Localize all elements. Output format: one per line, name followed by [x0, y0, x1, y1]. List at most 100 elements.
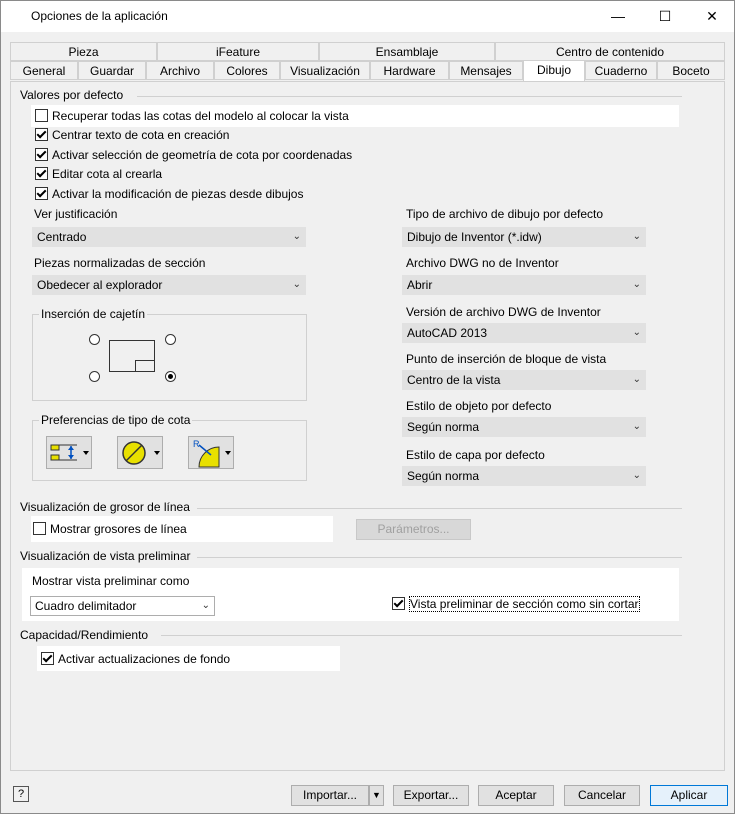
layer-style-select[interactable]: Según norma ⌄: [402, 466, 646, 486]
help-icon[interactable]: ?: [13, 786, 29, 802]
radius-dimension-button[interactable]: R: [188, 436, 234, 469]
select-value: AutoCAD 2013: [407, 326, 488, 340]
tab-mensajes[interactable]: Mensajes: [449, 61, 523, 80]
tab-ensamblaje[interactable]: Ensamblaje: [319, 42, 495, 61]
section-performance: Capacidad/Rendimiento: [20, 628, 149, 642]
drawing-type-label: Tipo de archivo de dibujo por defecto: [406, 207, 604, 221]
tab-centro-contenido[interactable]: Centro de contenido: [495, 42, 725, 61]
chevron-down-icon: ⌄: [292, 279, 301, 290]
checkbox-box: [41, 652, 54, 665]
center-text-checkbox[interactable]: Centrar texto de cota en creación: [35, 128, 229, 142]
caret-down-icon: ▼: [372, 790, 381, 800]
section-lineweight: Visualización de grosor de línea: [20, 500, 190, 514]
show-lineweights-checkbox[interactable]: Mostrar grosores de línea: [33, 522, 187, 536]
tab-visualizacion[interactable]: Visualización: [280, 61, 370, 80]
chevron-down-icon: ⌄: [632, 279, 641, 290]
accept-button[interactable]: Aceptar: [478, 785, 554, 806]
edit-dimension-checkbox[interactable]: Editar cota al crearla: [35, 167, 162, 181]
title-block-group: Inserción de cajetín: [32, 307, 307, 401]
svg-text:R: R: [193, 439, 200, 449]
part-modification-checkbox[interactable]: Activar la modificación de piezas desde …: [35, 187, 303, 201]
checkbox-label: Activar actualizaciones de fondo: [58, 652, 231, 666]
section-parts-label: Piezas normalizadas de sección: [34, 256, 206, 270]
tab-pieza[interactable]: Pieza: [10, 42, 157, 61]
select-value: Dibujo de Inventor (*.idw): [407, 230, 542, 244]
title-bar: Opciones de la aplicación — ☐ ✕: [1, 1, 734, 32]
group-label: Preferencias de tipo de cota: [39, 413, 193, 427]
dwg-select[interactable]: Abrir ⌄: [402, 275, 646, 295]
section-defaults: Valores por defecto: [20, 88, 124, 102]
title-block-top-left-radio[interactable]: [89, 334, 100, 345]
object-style-select[interactable]: Según norma ⌄: [402, 417, 646, 437]
tab-general[interactable]: General: [10, 61, 78, 80]
tab-ifeature[interactable]: iFeature: [157, 42, 319, 61]
object-style-label: Estilo de objeto por defecto: [406, 399, 552, 413]
linear-dimension-button[interactable]: [46, 436, 92, 469]
import-button[interactable]: Importar...: [291, 785, 369, 806]
minimize-button[interactable]: —: [595, 1, 641, 32]
retrieve-dimensions-checkbox[interactable]: Recuperar todas las cotas del modelo al …: [35, 109, 349, 123]
tab-hardware[interactable]: Hardware: [370, 61, 449, 80]
chevron-down-icon: ⌄: [201, 600, 210, 611]
select-value: Abrir: [407, 278, 433, 292]
chevron-down-icon: ⌄: [632, 374, 641, 385]
tab-cuaderno[interactable]: Cuaderno: [585, 61, 657, 80]
insert-point-label: Punto de inserción de bloque de vista: [406, 352, 607, 366]
chevron-down-icon: ⌄: [632, 327, 641, 338]
diameter-dimension-button[interactable]: [117, 436, 163, 469]
select-value: Cuadro delimitador: [35, 599, 137, 613]
title-block-bottom-left-radio[interactable]: [89, 371, 100, 382]
justification-select[interactable]: Centrado ⌄: [32, 227, 306, 247]
tab-boceto[interactable]: Boceto: [657, 61, 725, 80]
tab-dibujo[interactable]: Dibujo: [523, 60, 585, 82]
select-value: Obedecer al explorador: [37, 278, 163, 292]
divider: [161, 635, 682, 636]
options-dialog: Opciones de la aplicación — ☐ ✕ Pieza iF…: [0, 0, 735, 814]
select-value: Según norma: [407, 469, 480, 483]
checkbox-label: Centrar texto de cota en creación: [52, 128, 230, 142]
linear-dimension-icon: [50, 444, 89, 461]
coordinate-selection-checkbox[interactable]: Activar selección de geometría de cota p…: [35, 148, 352, 162]
checkbox-box: [35, 128, 48, 141]
tab-guardar[interactable]: Guardar: [78, 61, 146, 80]
select-value: Centrado: [37, 230, 87, 244]
tab-colores[interactable]: Colores: [214, 61, 280, 80]
title-block-top-right-radio[interactable]: [165, 334, 176, 345]
section-parts-select[interactable]: Obedecer al explorador ⌄: [32, 275, 306, 295]
radius-dimension-icon: R: [193, 439, 231, 468]
import-dropdown-button[interactable]: ▼: [369, 785, 384, 806]
tab-archivo[interactable]: Archivo: [146, 61, 214, 80]
chevron-down-icon: ⌄: [292, 231, 301, 242]
chevron-down-icon: ⌄: [632, 231, 641, 242]
maximize-button[interactable]: ☐: [642, 1, 688, 32]
preview-mode-label: Mostrar vista preliminar como: [32, 574, 190, 588]
section-uncut-checkbox[interactable]: Vista preliminar de sección como sin cor…: [392, 596, 640, 612]
insert-point-select[interactable]: Centro de la vista ⌄: [402, 370, 646, 390]
group-label: Inserción de cajetín: [39, 307, 148, 321]
lineweight-settings-button[interactable]: Parámetros...: [356, 519, 471, 540]
checkbox-label: Editar cota al crearla: [52, 167, 163, 181]
cancel-button[interactable]: Cancelar: [564, 785, 640, 806]
chevron-down-icon: ⌄: [632, 421, 641, 432]
title-block-icon: [135, 360, 155, 372]
background-updates-checkbox[interactable]: Activar actualizaciones de fondo: [41, 652, 230, 666]
checkbox-label: Activar la modificación de piezas desde …: [52, 187, 304, 201]
close-button[interactable]: ✕: [689, 1, 735, 32]
apply-button[interactable]: Aplicar: [650, 785, 728, 806]
checkbox-label: Recuperar todas las cotas del modelo al …: [52, 109, 349, 123]
checkbox-box: [35, 167, 48, 180]
checkbox-label: Mostrar grosores de línea: [50, 522, 187, 536]
checkbox-box: [35, 148, 48, 161]
dwg-version-select[interactable]: AutoCAD 2013 ⌄: [402, 323, 646, 343]
divider: [137, 96, 682, 97]
drawing-type-select[interactable]: Dibujo de Inventor (*.idw) ⌄: [402, 227, 646, 247]
dwg-version-label: Versión de archivo DWG de Inventor: [406, 305, 601, 319]
export-button[interactable]: Exportar...: [393, 785, 469, 806]
window-title: Opciones de la aplicación: [31, 9, 168, 23]
preview-mode-select[interactable]: Cuadro delimitador ⌄: [30, 596, 215, 616]
title-block-bottom-right-radio[interactable]: [165, 371, 176, 382]
divider: [197, 508, 682, 509]
checkbox-label: Vista preliminar de sección como sin cor…: [409, 596, 640, 612]
select-value: Según norma: [407, 420, 480, 434]
layer-style-label: Estilo de capa por defecto: [406, 448, 545, 462]
